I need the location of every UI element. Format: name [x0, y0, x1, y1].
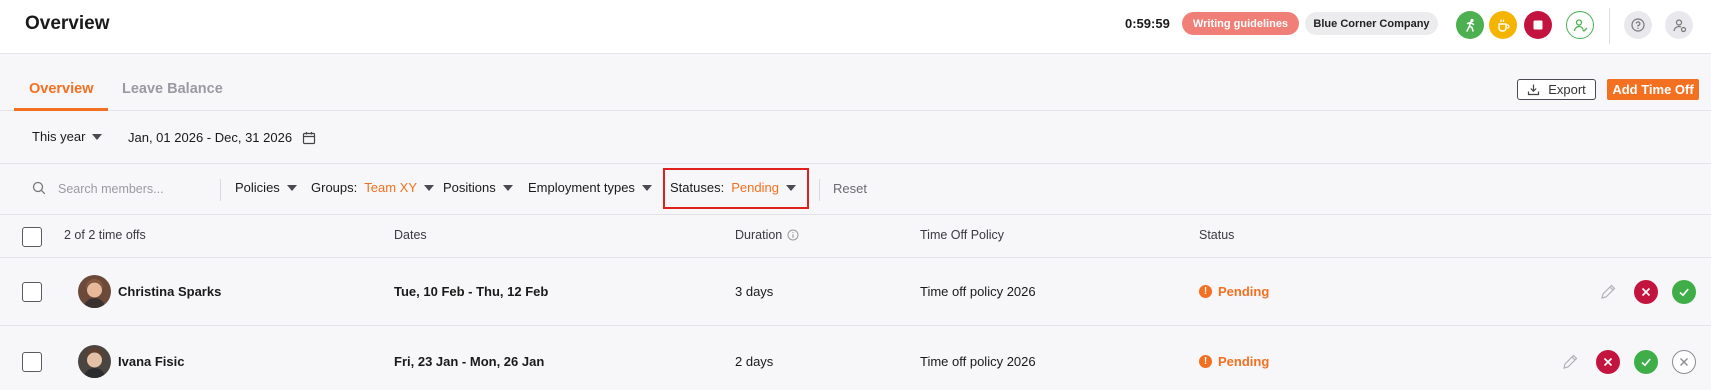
divider — [1609, 8, 1610, 44]
employment-types-filter[interactable]: Employment types — [528, 180, 652, 195]
divider — [819, 179, 820, 201]
search-input[interactable] — [58, 179, 208, 199]
page-title: Overview — [25, 13, 110, 34]
check-icon — [1679, 288, 1689, 297]
approve-button[interactable] — [1672, 280, 1696, 304]
edit-button[interactable] — [1596, 280, 1620, 304]
caret-down-icon — [785, 184, 796, 191]
break-button[interactable] — [1489, 11, 1517, 39]
employment-types-filter-label: Employment types — [528, 180, 635, 195]
tab-leave-balance[interactable]: Leave Balance — [122, 81, 223, 97]
help-button[interactable] — [1624, 11, 1652, 39]
date-range-picker[interactable]: Jan, 01 2026 - Dec, 31 2026 — [128, 130, 316, 145]
caret-down-icon — [92, 133, 103, 140]
reset-filters-button[interactable]: Reset — [833, 181, 867, 196]
top-bar: Overview 0:59:59 Writing guidelines Blue… — [0, 0, 1711, 54]
reject-button[interactable] — [1596, 350, 1620, 374]
export-label: Export — [1548, 82, 1586, 97]
user-status-button[interactable] — [1566, 11, 1594, 39]
groups-filter-value: Team XY — [364, 180, 418, 195]
reject-button[interactable] — [1634, 280, 1658, 304]
row-checkbox[interactable] — [22, 282, 42, 302]
column-header-duration-label: Duration — [735, 228, 783, 242]
period-selector[interactable]: This year — [32, 129, 103, 144]
positions-filter-label: Positions — [443, 180, 496, 195]
pencil-icon — [1563, 354, 1578, 369]
close-icon — [1603, 357, 1613, 367]
table-row[interactable]: Ivana Fisic Fri, 23 Jan - Mon, 26 Jan 2 … — [0, 326, 1711, 390]
stop-button[interactable] — [1524, 11, 1552, 39]
caret-down-icon — [502, 184, 513, 191]
time-off-policy: Time off policy 2026 — [920, 354, 1036, 369]
timer: 0:59:59 — [1125, 16, 1170, 31]
run-icon — [1466, 18, 1475, 32]
pending-icon: ! — [1199, 285, 1212, 298]
caret-down-icon — [641, 184, 652, 191]
user-settings-icon — [1672, 18, 1686, 32]
select-all-checkbox[interactable] — [22, 227, 42, 247]
user-check-icon — [1573, 18, 1587, 32]
filter-bar: Policies Groups: Team XY Positions Emplo… — [0, 164, 1711, 214]
clock-in-button[interactable] — [1456, 11, 1484, 39]
status-badge: ! Pending — [1199, 354, 1269, 369]
statuses-filter-label: Statuses — [670, 180, 721, 195]
edit-button[interactable] — [1558, 350, 1582, 374]
period-label: This year — [32, 129, 86, 144]
info-icon — [787, 229, 799, 241]
account-button[interactable] — [1665, 11, 1693, 39]
avatar — [78, 345, 111, 378]
tabs-divider — [0, 110, 1711, 111]
time-off-duration: 2 days — [735, 354, 774, 369]
calendar-icon — [302, 131, 316, 144]
caret-down-icon — [286, 184, 297, 191]
time-off-dates: Tue, 10 Feb - Thu, 12 Feb — [394, 284, 549, 299]
pending-icon: ! — [1199, 355, 1212, 368]
help-icon — [1631, 18, 1645, 32]
count-label: 2 of 2 time offs — [64, 228, 146, 242]
statuses-filter-value: Pending — [731, 180, 779, 195]
approve-button[interactable] — [1634, 350, 1658, 374]
pencil-icon — [1601, 284, 1616, 299]
statuses-filter[interactable]: Statuses: Pending — [670, 180, 796, 195]
search-icon — [32, 181, 46, 195]
check-icon — [1641, 358, 1651, 367]
status-label: Pending — [1218, 284, 1270, 299]
export-button[interactable]: Export — [1517, 79, 1596, 100]
close-icon — [1680, 358, 1688, 366]
groups-filter[interactable]: Groups: Team XY — [311, 180, 435, 195]
row-checkbox[interactable] — [22, 352, 42, 372]
time-off-duration: 3 days — [735, 284, 774, 299]
tab-overview[interactable]: Overview — [29, 81, 94, 97]
member-name: Christina Sparks — [118, 284, 222, 299]
table-header: 2 of 2 time offs Dates Duration Time Off… — [0, 215, 1711, 257]
add-time-off-button[interactable]: Add Time Off — [1607, 79, 1699, 100]
time-off-dates: Fri, 23 Jan - Mon, 26 Jan — [394, 354, 545, 369]
avatar — [78, 275, 111, 308]
time-off-policy: Time off policy 2026 — [920, 284, 1036, 299]
company-badge[interactable]: Blue Corner Company — [1305, 12, 1438, 35]
date-range-label: Jan, 01 2026 - Dec, 31 2026 — [128, 130, 293, 145]
status-label: Pending — [1218, 354, 1270, 369]
divider — [220, 179, 221, 201]
writing-guidelines-badge[interactable]: Writing guidelines — [1182, 12, 1299, 35]
column-header-status[interactable]: Status — [1199, 228, 1234, 242]
policies-filter[interactable]: Policies — [235, 180, 297, 195]
close-icon — [1641, 287, 1651, 297]
active-tab-indicator — [14, 108, 108, 111]
column-header-duration[interactable]: Duration — [735, 228, 799, 242]
caret-down-icon — [424, 184, 435, 191]
stop-icon — [1533, 20, 1543, 30]
member-name: Ivana Fisic — [118, 354, 185, 369]
groups-filter-label: Groups — [311, 180, 354, 195]
coffee-icon — [1498, 19, 1510, 32]
column-header-dates[interactable]: Dates — [394, 228, 427, 242]
table-row[interactable]: Christina Sparks Tue, 10 Feb - Thu, 12 F… — [0, 258, 1711, 326]
cancel-request-button[interactable] — [1672, 350, 1696, 374]
download-icon — [1528, 84, 1540, 96]
positions-filter[interactable]: Positions — [443, 180, 513, 195]
status-badge: ! Pending — [1199, 284, 1269, 299]
column-header-policy[interactable]: Time Off Policy — [920, 228, 1004, 242]
policies-filter-label: Policies — [235, 180, 280, 195]
